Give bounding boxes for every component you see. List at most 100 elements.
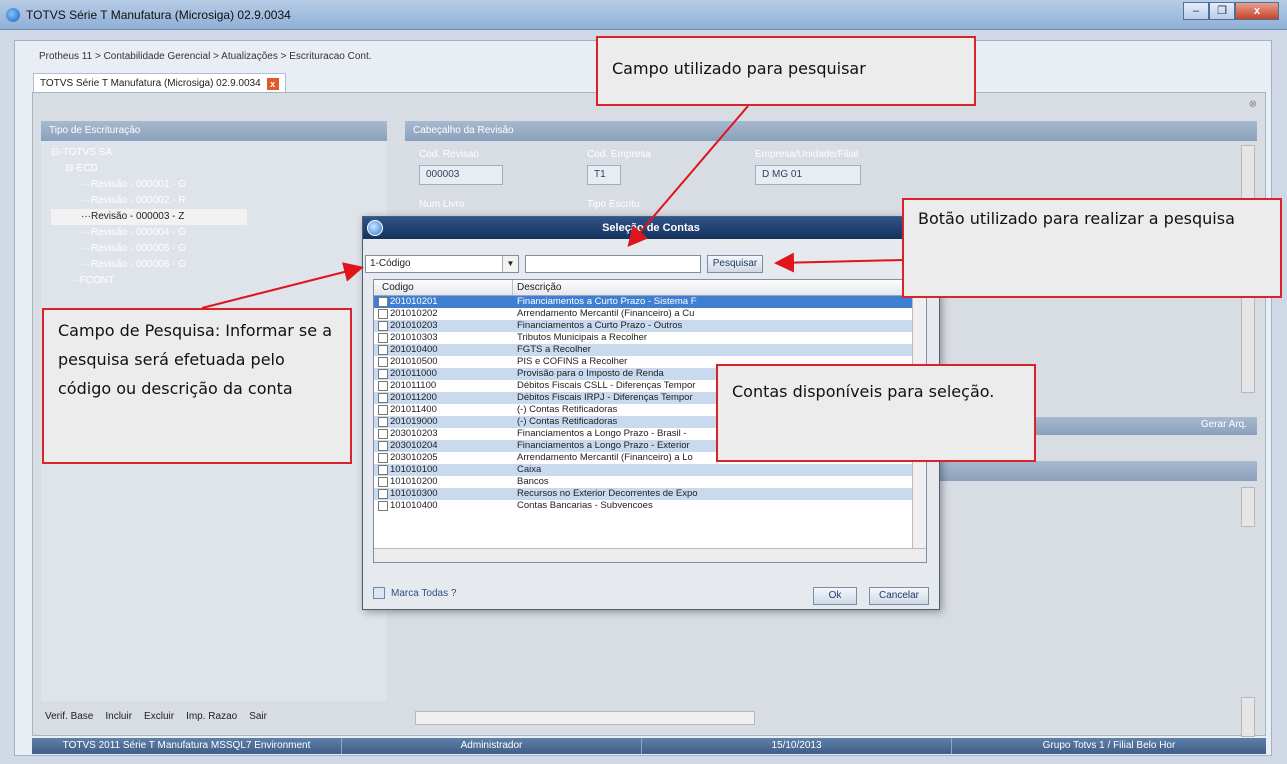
row-checkbox[interactable] xyxy=(378,369,388,379)
row-codigo: 203010204 xyxy=(390,440,438,451)
col-codigo[interactable]: Codigo xyxy=(374,280,513,295)
num-livro-label: Num Livro xyxy=(419,199,465,210)
row-checkbox[interactable] xyxy=(378,465,388,475)
app-icon xyxy=(6,8,20,22)
row-checkbox[interactable] xyxy=(378,345,388,355)
tree-item-revisao-selected[interactable]: ···Revisão - 000003 - Z xyxy=(51,209,247,225)
table-row[interactable]: 101010100 Caixa xyxy=(374,464,926,476)
row-descricao: Tributos Municipais a Recolher xyxy=(517,332,648,343)
chevron-down-icon[interactable]: ▼ xyxy=(502,256,518,272)
row-checkbox[interactable] xyxy=(378,297,388,307)
callout-search-field: Campo utilizado para pesquisar xyxy=(596,36,976,106)
search-type-combo[interactable]: 1-Código ▼ xyxy=(365,255,519,273)
callout-contas: Contas disponíveis para seleção. xyxy=(716,364,1036,462)
marca-todas-checkbox[interactable] xyxy=(373,587,385,599)
row-checkbox[interactable] xyxy=(378,405,388,415)
row-checkbox[interactable] xyxy=(378,489,388,499)
right-panel-header: Cabeçalho da Revisão xyxy=(405,121,1257,141)
row-checkbox[interactable] xyxy=(378,477,388,487)
tab-close-icon[interactable]: x xyxy=(266,77,279,90)
tree-item-revisao[interactable]: ···Revisão - 000002 - R xyxy=(51,193,247,209)
left-panel-header: Tipo de Escrituração xyxy=(41,121,387,141)
col-descricao[interactable]: Descrição xyxy=(513,280,926,295)
row-codigo: 201010203 xyxy=(390,320,438,331)
row-codigo: 201010303 xyxy=(390,332,438,343)
dialog-title-bar: Seleção de Contas xyxy=(363,217,939,239)
excluir-button[interactable]: Excluir xyxy=(144,711,174,722)
row-descricao: Recursos no Exterior Decorrentes de Expo xyxy=(517,488,698,499)
gerar-arq-button[interactable]: Gerar Arq. xyxy=(1201,419,1247,430)
minimize-button[interactable]: – xyxy=(1183,2,1209,20)
tree-item-revisao[interactable]: ···Revisão - 000004 - G xyxy=(51,225,247,241)
cancel-button[interactable]: Cancelar xyxy=(869,587,929,605)
tree-item-revisao[interactable]: ···Revisão - 000001 - G xyxy=(51,177,247,193)
lower-scrollbar-top[interactable] xyxy=(1241,487,1255,527)
row-codigo: 101010300 xyxy=(390,488,438,499)
row-descricao: FGTS a Recolher xyxy=(517,344,591,355)
row-codigo: 201010202 xyxy=(390,308,438,319)
row-descricao: Bancos xyxy=(517,476,549,487)
table-row[interactable]: 101010300 Recursos no Exterior Decorrente… xyxy=(374,488,926,500)
tree-node-totvs[interactable]: ⊟-TOTVS SA xyxy=(51,145,247,161)
lower-scrollbar-bottom[interactable] xyxy=(1241,697,1255,737)
ok-button[interactable]: Ok xyxy=(813,587,857,605)
verif-base-button[interactable]: Verif. Base xyxy=(45,711,93,722)
row-checkbox[interactable] xyxy=(378,309,388,319)
tab-main[interactable]: TOTVS Série T Manufatura (Microsiga) 02.… xyxy=(33,73,286,93)
table-row[interactable]: 201010201 Financiamentos a Curto Prazo - … xyxy=(374,296,926,308)
status-environment: TOTVS 2011 Série T Manufatura MSSQL7 Env… xyxy=(32,738,342,754)
imp-razao-button[interactable]: Imp. Razao xyxy=(186,711,237,722)
breadcrumb: Protheus 11 > Contabilidade Gerencial > … xyxy=(39,51,372,62)
row-checkbox[interactable] xyxy=(378,417,388,427)
close-window-button[interactable]: x xyxy=(1235,2,1279,20)
cod-revisao-label: Cod. Revisao xyxy=(419,149,480,160)
dialog-title: Seleção de Contas xyxy=(602,222,700,234)
row-descricao: Caixa xyxy=(517,464,542,475)
left-toolbar: Verif. Base Incluir Excluir Imp. Razao S… xyxy=(45,711,267,722)
tree: ⊟-TOTVS SA ⊟-ECD ···Revisão - 000001 - G… xyxy=(51,145,247,289)
incluir-button[interactable]: Incluir xyxy=(105,711,132,722)
row-codigo: 101010200 xyxy=(390,476,438,487)
empresa-field[interactable]: D MG 01 xyxy=(755,165,861,185)
row-checkbox[interactable] xyxy=(378,393,388,403)
row-checkbox[interactable] xyxy=(378,501,388,511)
row-checkbox[interactable] xyxy=(378,321,388,331)
tree-node-ecd[interactable]: ⊟-ECD xyxy=(51,161,247,177)
window-controls: – ❐ x xyxy=(1183,2,1279,20)
cod-empresa-label: Cod. Empresa xyxy=(587,149,651,160)
table-row[interactable]: 101010200 Bancos xyxy=(374,476,926,488)
cod-empresa-field[interactable]: T1 xyxy=(587,165,621,185)
pesquisar-button[interactable]: Pesquisar xyxy=(707,255,763,273)
row-codigo: 203010203 xyxy=(390,428,438,439)
table-row[interactable]: 201010303 Tributos Municipais a Recolher xyxy=(374,332,926,344)
close-circle-icon[interactable]: ⊗ xyxy=(1249,99,1257,110)
tree-node-fcont[interactable]: ··FCONT xyxy=(51,273,247,289)
table-row[interactable]: 201010400 FGTS a Recolher xyxy=(374,344,926,356)
tree-item-revisao[interactable]: ···Revisão - 000006 - G xyxy=(51,257,247,273)
row-checkbox[interactable] xyxy=(378,441,388,451)
status-date: 15/10/2013 xyxy=(642,738,952,754)
marca-todas[interactable]: Marca Todas ? xyxy=(373,587,456,599)
row-descricao: Arrendamento Mercantil (Financeiro) a Cu xyxy=(517,308,695,319)
maximize-button[interactable]: ❐ xyxy=(1209,2,1235,20)
tab-label: TOTVS Série T Manufatura (Microsiga) 02.… xyxy=(40,78,261,89)
sair-button[interactable]: Sair xyxy=(249,711,267,722)
callout-campo-pesquisa: Campo de Pesquisa: Informar se a pesquis… xyxy=(42,308,352,464)
tipo-escritu-label: Tipo Escritu xyxy=(587,199,640,210)
search-input[interactable] xyxy=(525,255,701,273)
tree-item-revisao[interactable]: ···Revisão - 000005 - G xyxy=(51,241,247,257)
row-checkbox[interactable] xyxy=(378,357,388,367)
row-checkbox[interactable] xyxy=(378,333,388,343)
row-checkbox[interactable] xyxy=(378,429,388,439)
title-bar: TOTVS Série T Manufatura (Microsiga) 02.… xyxy=(0,0,1287,30)
table-row[interactable]: 101010400 Contas Bancarias - Subvencoes xyxy=(374,500,926,512)
tab-strip: TOTVS Série T Manufatura (Microsiga) 02.… xyxy=(33,73,286,93)
cod-revisao-field[interactable]: 000003 xyxy=(419,165,503,185)
table-row[interactable]: 201010202 Arrendamento Mercantil (Finance… xyxy=(374,308,926,320)
row-checkbox[interactable] xyxy=(378,453,388,463)
combo-value: 1-Código xyxy=(370,258,411,269)
table-row[interactable]: 201010203 Financiamentos a Curto Prazo - … xyxy=(374,320,926,332)
horizontal-scrollbar[interactable] xyxy=(415,711,755,725)
row-checkbox[interactable] xyxy=(378,381,388,391)
grid-horizontal-scrollbar[interactable] xyxy=(374,548,926,562)
